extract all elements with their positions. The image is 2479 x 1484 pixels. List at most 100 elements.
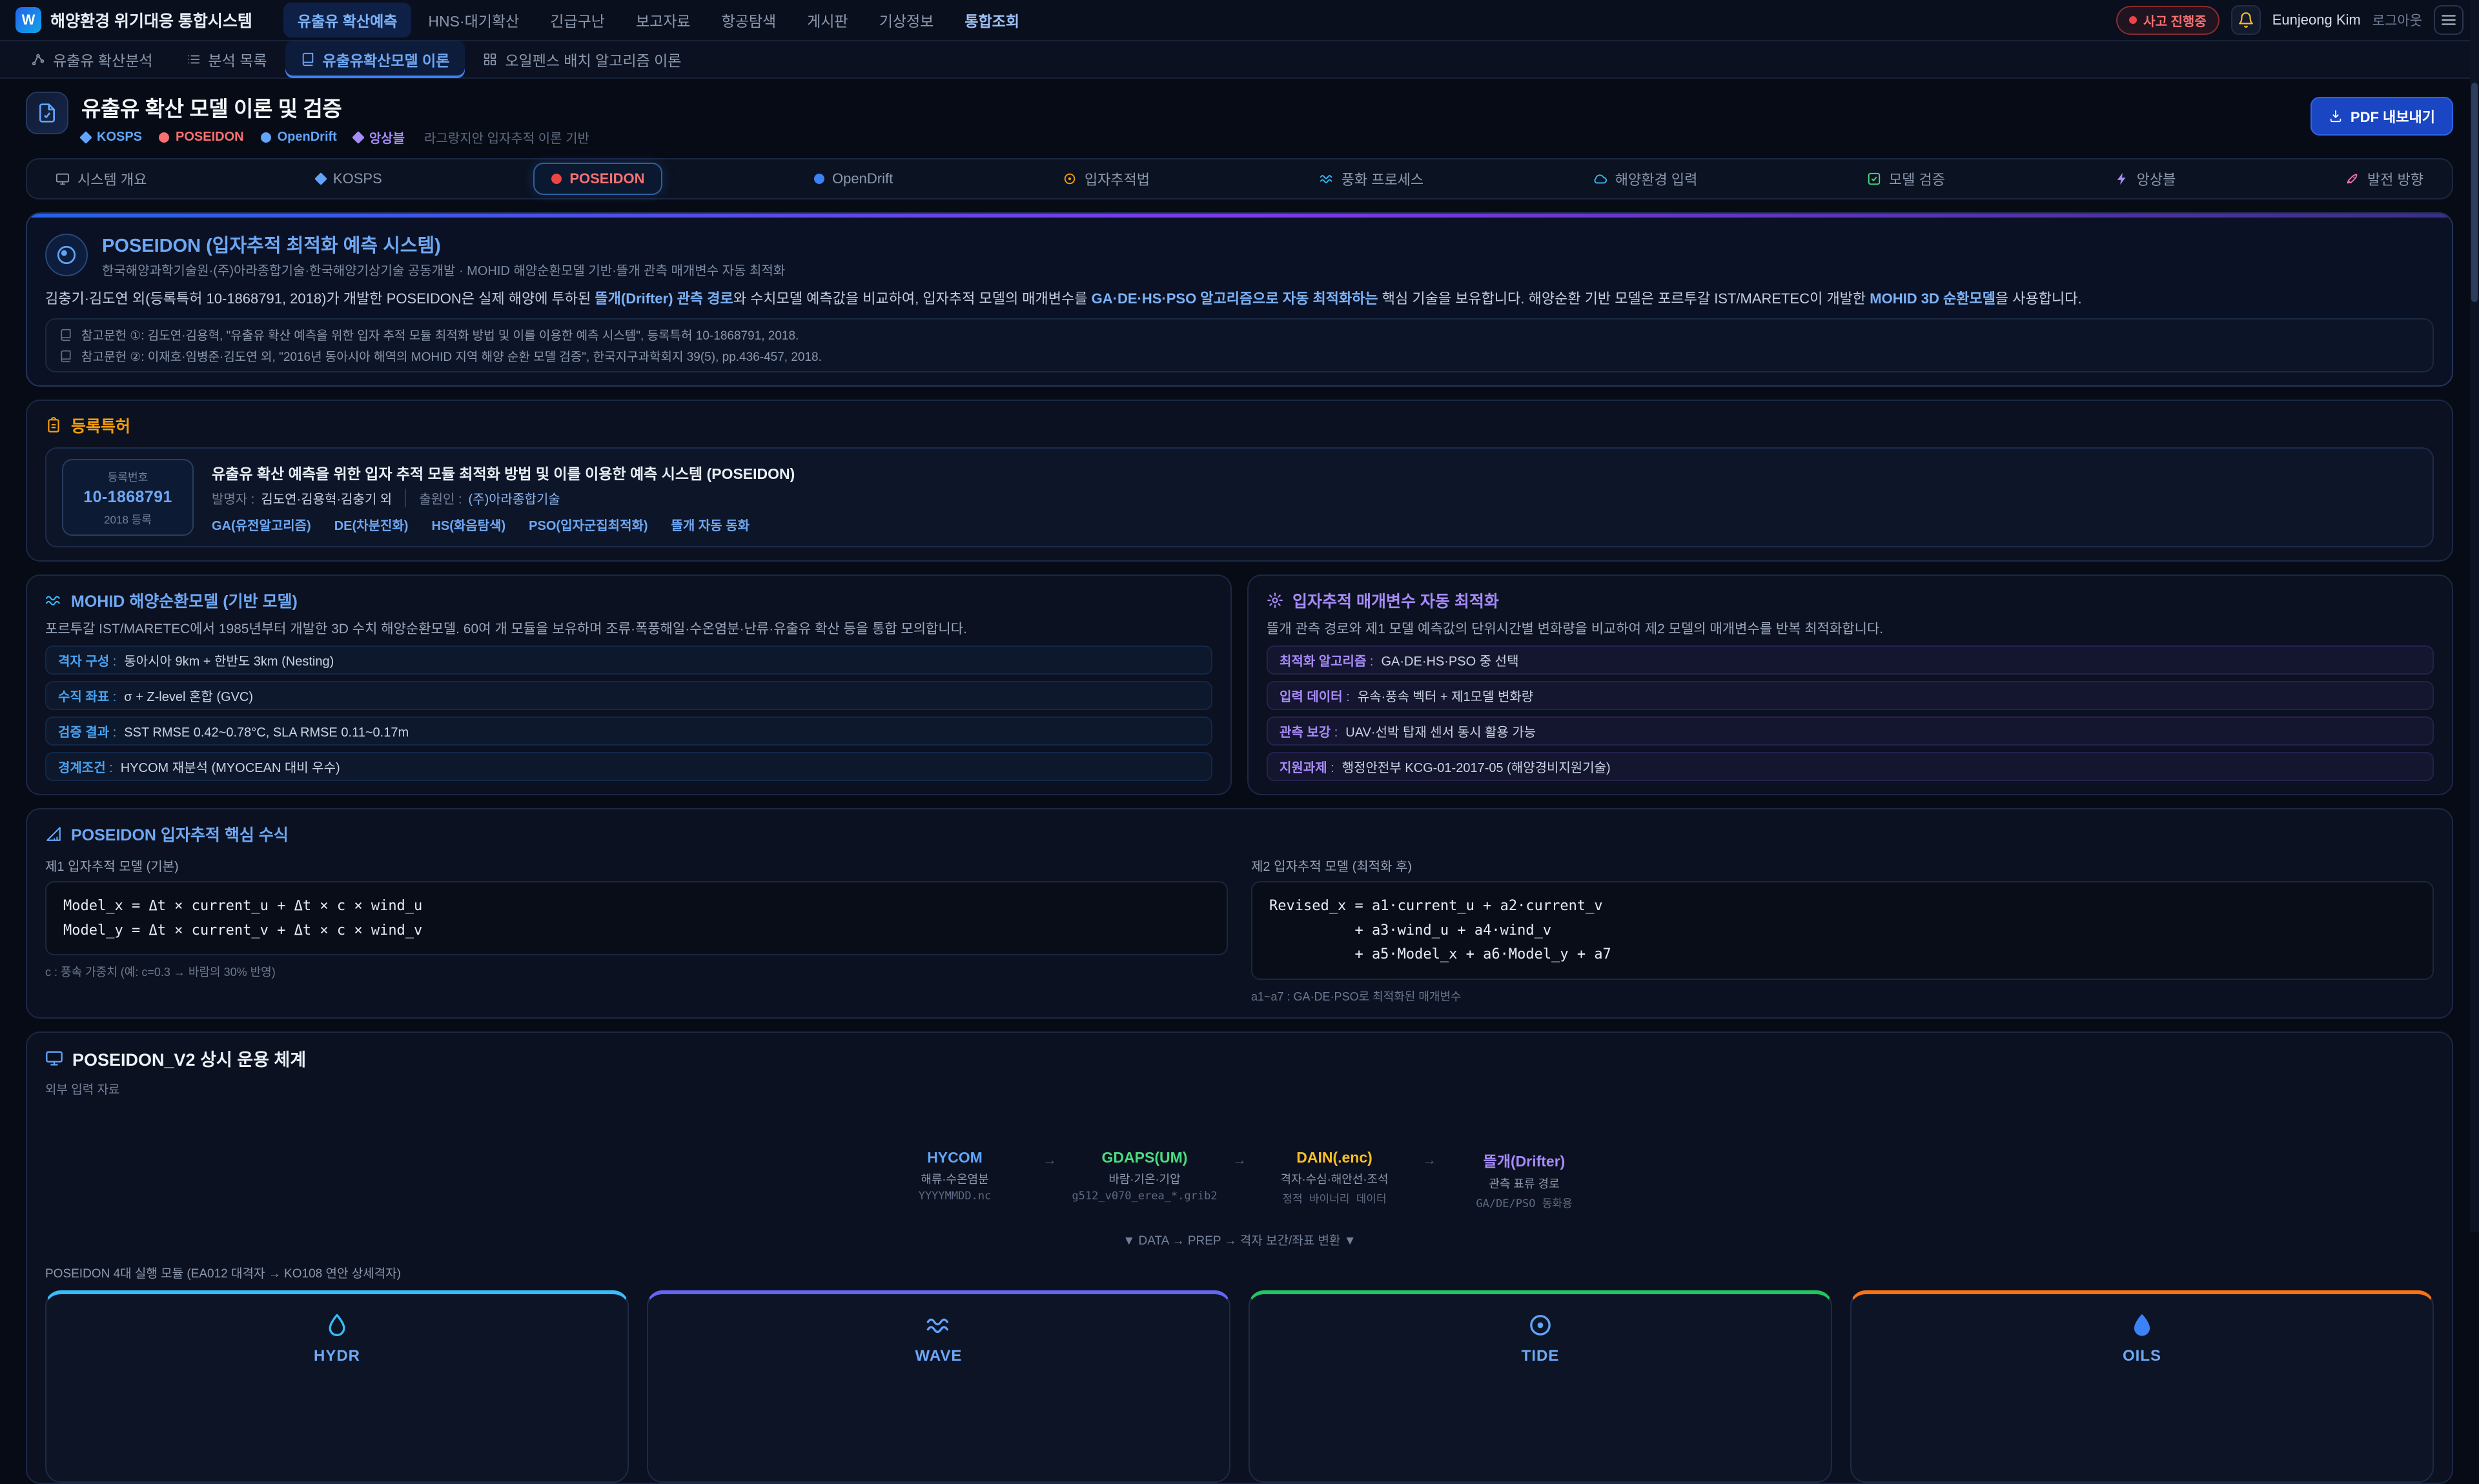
user-name: Eunjeong Kim bbox=[2272, 12, 2361, 28]
incident-badge-label: 사고 진행중 bbox=[2143, 11, 2207, 30]
pill-roadmap[interactable]: 발전 방향 bbox=[2327, 161, 2442, 197]
module-card-oils[interactable]: OILS bbox=[1850, 1290, 2434, 1483]
module-card-tide[interactable]: TIDE bbox=[1249, 1290, 1832, 1483]
node-desc: 격자·수심·해안선·조석 bbox=[1260, 1170, 1409, 1187]
node-name: 뜰개(Drifter) bbox=[1449, 1149, 1599, 1171]
mohid-title-row: MOHID 해양순환모델 (기반 모델) bbox=[45, 589, 1212, 612]
reference-item: 참고문헌 ①: 김도연·김용혁, "유출유 확산 예측을 위한 입자 추적 모듈… bbox=[59, 326, 2420, 343]
two-column-row: MOHID 해양순환모델 (기반 모델) 포르투갈 IST/MARETEC에서 … bbox=[26, 574, 2453, 795]
scrollbar-thumb[interactable] bbox=[2471, 83, 2478, 302]
pill-weathering[interactable]: 풍화 프로세스 bbox=[1301, 161, 1442, 197]
text-segment: 핵심 기술을 보유합니다. 해양순환 기반 모델은 포르투갈 IST/MARET… bbox=[1378, 290, 1870, 307]
tab-oil-fence-theory[interactable]: 오일펜스 배치 알고리즘 이론 bbox=[467, 41, 697, 78]
rocket-icon bbox=[2345, 172, 2360, 186]
tab-label: 유출유 확산분석 bbox=[53, 48, 153, 70]
text-highlight: 뜰개(Drifter) 관측 경로 bbox=[595, 290, 733, 307]
pill-kosps[interactable]: KOSPS bbox=[298, 163, 400, 195]
notifications-button[interactable] bbox=[2231, 5, 2261, 35]
formulas-card: POSEIDON 입자추적 핵심 수식 제1 입자추적 모델 (기본) Mode… bbox=[26, 808, 2453, 1018]
poseidon-title: POSEIDON (입자추적 최적화 예측 시스템) bbox=[102, 230, 785, 258]
diamond-icon bbox=[79, 131, 92, 144]
gear-icon bbox=[1267, 592, 1283, 609]
node-name: HYCOM bbox=[880, 1149, 1030, 1166]
tab-analysis-list[interactable]: 분석 목록 bbox=[171, 41, 283, 78]
text-segment: 김충기·김도연 외(등록특허 10-1868791, 2018)가 개발한 PO… bbox=[45, 290, 595, 307]
patent-meta: 발명자 : 김도연·김용혁·김충기 외 출원인 : (주)아라종합기술 bbox=[212, 489, 795, 507]
patent-tag-drifter[interactable]: 뜰개 자동 동화 bbox=[671, 515, 750, 534]
diamond-icon bbox=[352, 131, 365, 144]
nav-item-oil-spill-prediction[interactable]: 유출유 확산예측 bbox=[283, 3, 412, 37]
applicant-label: 출원인 : bbox=[419, 489, 462, 507]
patent-tag-pso[interactable]: PSO(입자군집최적화) bbox=[529, 515, 648, 534]
node-file: g512_v070_erea_*.grib2 bbox=[1070, 1190, 1219, 1203]
red-dot-icon bbox=[551, 174, 562, 184]
module-card-wave[interactable]: WAVE bbox=[647, 1290, 1230, 1483]
nav-item-aerial-search[interactable]: 항공탐색 bbox=[708, 3, 791, 37]
nav-item-integrated-search[interactable]: 통합조회 bbox=[950, 3, 1034, 37]
mohid-row-vertical: 수직 좌표 σ + Z-level 혼합 (GVC) bbox=[45, 681, 1212, 710]
logo-icon: W bbox=[15, 7, 41, 33]
kv-label: 최적화 알고리즘 bbox=[1280, 651, 1373, 669]
nav-item-board[interactable]: 게시판 bbox=[793, 3, 862, 37]
pill-label: POSEIDON bbox=[569, 170, 644, 187]
node-file: GA/DE/PSO 동화용 bbox=[1449, 1194, 1599, 1210]
kv-label: 경계조건 bbox=[58, 757, 113, 776]
books-icon bbox=[59, 329, 72, 341]
menu-button[interactable] bbox=[2434, 5, 2464, 35]
model2-code: Revised_x = a1·current_u + a2·current_v … bbox=[1251, 881, 2434, 979]
node-file: 정적 바이너리 데이터 bbox=[1260, 1190, 1409, 1206]
flow-arrow-icon bbox=[1422, 1149, 1436, 1168]
nav-item-reports[interactable]: 보고자료 bbox=[622, 3, 705, 37]
pill-label: KOSPS bbox=[333, 170, 382, 187]
patent-item[interactable]: 등록번호 10-1868791 2018 등록 유출유 확산 예측을 위한 입자… bbox=[45, 447, 2434, 547]
pill-poseidon[interactable]: POSEIDON bbox=[533, 163, 662, 195]
incident-status-badge[interactable]: 사고 진행중 bbox=[2116, 6, 2219, 35]
patent-tag-hs[interactable]: HS(화음탐색) bbox=[431, 515, 505, 534]
tag-label: KOSPS bbox=[97, 130, 142, 145]
operation-title: POSEIDON_V2 상시 운용 체계 bbox=[72, 1046, 306, 1071]
pill-ocean-input[interactable]: 해양환경 입력 bbox=[1575, 161, 1716, 197]
tab-model-theory[interactable]: 유출유확산모델 이론 bbox=[285, 41, 465, 78]
wave-icon bbox=[45, 592, 62, 609]
app-logo[interactable]: W 해양환경 위기대응 통합시스템 bbox=[15, 7, 252, 33]
pill-validation[interactable]: 모델 검증 bbox=[1849, 161, 1963, 197]
optimization-title: 입자추적 매개변수 자동 최적화 bbox=[1292, 589, 1499, 612]
scrollbar[interactable] bbox=[2470, 0, 2479, 1232]
grid-icon bbox=[483, 52, 497, 66]
pill-label: 모델 검증 bbox=[1889, 168, 1945, 189]
module-name: WAVE bbox=[664, 1347, 1214, 1365]
input-node-gdaps: GDAPS(UM) 바람·기온·기압 g512_v070_erea_*.grib… bbox=[1070, 1149, 1219, 1203]
page-title: 유출유 확산 모델 이론 및 검증 bbox=[81, 92, 589, 123]
reference-text: 참고문헌 ②: 이재호·임병준·김도연 외, "2016년 동아시아 해역의 M… bbox=[81, 347, 822, 365]
patent-tag-de[interactable]: DE(차분진화) bbox=[334, 515, 409, 534]
patent-number: 10-1868791 bbox=[71, 488, 185, 507]
pill-system-overview[interactable]: 시스템 개요 bbox=[37, 161, 165, 197]
droplet-icon bbox=[1867, 1312, 2417, 1338]
pill-ensemble[interactable]: 앙상블 bbox=[2097, 161, 2194, 197]
module-card-hydr[interactable]: HYDR bbox=[45, 1290, 629, 1483]
patent-tag-ga[interactable]: GA(유전알고리즘) bbox=[212, 515, 311, 534]
node-file: YYYYMMDD.nc bbox=[880, 1190, 1030, 1203]
scatter-analysis-icon bbox=[31, 52, 45, 66]
nav-item-hns-diffusion[interactable]: HNS·대기확산 bbox=[414, 3, 533, 37]
tag-label: OpenDrift bbox=[278, 130, 337, 145]
nav-item-emergency-rescue[interactable]: 긴급구난 bbox=[536, 3, 619, 37]
module-name: OILS bbox=[1867, 1347, 2417, 1365]
tab-spill-analysis[interactable]: 유출유 확산분석 bbox=[15, 41, 168, 78]
pill-particle-tracking[interactable]: 입자추적법 bbox=[1045, 161, 1168, 197]
model2-label: 제2 입자추적 모델 (최적화 후) bbox=[1251, 856, 2434, 875]
execution-modules: HYDR WAVE TIDE OILS bbox=[45, 1290, 2434, 1483]
pill-opendrift[interactable]: OpenDrift bbox=[796, 163, 911, 195]
sub-tabbar: 유출유 확산분석 분석 목록 유출유확산모델 이론 오일펜스 배치 알고리즘 이… bbox=[0, 41, 2479, 79]
bolt-icon bbox=[2115, 172, 2129, 186]
pill-label: 발전 방향 bbox=[2367, 168, 2423, 189]
logout-button[interactable]: 로그아웃 bbox=[2372, 10, 2422, 30]
tab-label: 유출유확산모델 이론 bbox=[323, 48, 450, 70]
nav-item-weather-info[interactable]: 기상정보 bbox=[865, 3, 948, 37]
pdf-export-button[interactable]: PDF 내보내기 bbox=[2311, 97, 2453, 136]
kv-value: UAV·선박 탑재 센서 동시 활용 가능 bbox=[1345, 722, 1536, 740]
clipboard-icon bbox=[45, 417, 62, 434]
kv-label: 지원과제 bbox=[1280, 757, 1334, 776]
pill-label: 입자추적법 bbox=[1085, 168, 1150, 189]
applicant-group: 출원인 : (주)아라종합기술 bbox=[405, 489, 560, 507]
